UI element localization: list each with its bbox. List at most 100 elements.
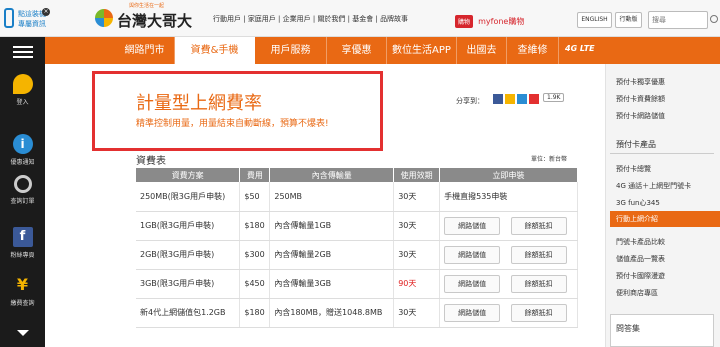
- top-link-about[interactable]: 關於我們: [317, 15, 345, 23]
- sidebar-label-fans: 粉絲專頁: [10, 252, 35, 259]
- balance-deduct-button[interactable]: 餘額抵扣: [510, 216, 567, 235]
- close-icon[interactable]: ×: [42, 8, 50, 16]
- cell-days: 90天: [393, 269, 441, 299]
- pinwheel-icon: [95, 9, 113, 27]
- sidebar-label-order: 查詢訂單: [10, 198, 35, 205]
- nav-item-app[interactable]: 數位生活APP: [387, 37, 457, 64]
- sidebar: 登入 i 優惠通知 查詢訂單 f 粉絲專頁 ¥ 繳費查詢: [0, 37, 45, 347]
- cell-days: 30天: [393, 182, 441, 212]
- top-link-enterprise[interactable]: 企業用戶: [283, 15, 311, 23]
- right-link-overview[interactable]: 預付卡總覽: [616, 164, 651, 174]
- nav-item-service[interactable]: 用戶服務: [255, 37, 327, 64]
- brand-logo[interactable]: 與你生活在一起 台灣大哥大: [95, 3, 205, 33]
- top-link-foundation[interactable]: 基金會: [352, 15, 373, 23]
- mobile-version-button[interactable]: 行動版: [615, 12, 642, 28]
- slogan: 與你生活在一起: [129, 3, 165, 9]
- balance-deduct-button[interactable]: 餘額抵扣: [510, 245, 567, 264]
- nav-item-repair[interactable]: 查維修: [507, 37, 559, 64]
- search-input[interactable]: [648, 11, 708, 29]
- right-divider: [610, 153, 714, 154]
- online-topup-button[interactable]: 網路儲值: [444, 245, 501, 264]
- cell-fee: $300: [239, 240, 271, 270]
- right-link-exclusive[interactable]: 預付卡獨享優惠: [616, 77, 665, 87]
- table-row: 新4代上網儲值包1.2GB $180 內含180MB，贈送1048.8MB 30…: [136, 298, 578, 328]
- right-link-balance[interactable]: 預付卡資費餘額: [616, 94, 665, 104]
- header-apply: 立即申裝: [439, 168, 578, 182]
- nav-item-travel[interactable]: 出國去: [457, 37, 507, 64]
- table-row: 1GB(限3G用戶申裝) $180 內含傳輸量1GB 30天 網路儲值 餘額抵扣: [136, 211, 578, 241]
- sidebar-item-login[interactable]: 登入: [0, 74, 45, 106]
- header-days: 使用效期: [393, 168, 441, 182]
- right-link-convenience[interactable]: 便利商店專區: [616, 288, 658, 298]
- search-icon[interactable]: [710, 15, 718, 23]
- money-icon: ¥: [16, 275, 29, 294]
- online-topup-button[interactable]: 網路儲值: [444, 303, 501, 322]
- scroll-down-icon[interactable]: [17, 330, 29, 336]
- rate-table: 資費方案 費用 內含傳輸量 使用效期 立即申裝 250MB(限3G用戶申裝) $…: [136, 168, 578, 328]
- cell-plan: 2GB(限3G用戶申裝): [136, 240, 241, 270]
- table-unit: 單位：新台幣: [531, 156, 568, 163]
- nav-item-offers[interactable]: 享優惠: [327, 37, 387, 64]
- cell-plan: 1GB(限3G用戶申裝): [136, 211, 241, 241]
- nav-item-shop[interactable]: 網路門市: [115, 37, 175, 64]
- table-header-row: 資費方案 費用 內含傳輸量 使用效期 立即申裝: [136, 168, 578, 182]
- main-nav: 網路門市 資費&手機 用戶服務 享優惠 數位生活APP 出國去 查維修 4G L…: [45, 37, 720, 64]
- share-label: 分享到：: [456, 97, 484, 105]
- cell-plan: 新4代上網儲值包1.2GB: [136, 298, 241, 328]
- right-link-4g-card[interactable]: 4G 通話＋上網型門號卡: [616, 181, 691, 191]
- online-topup-button[interactable]: 網路儲值: [444, 274, 501, 293]
- menu-icon[interactable]: [13, 46, 33, 58]
- google-share-icon[interactable]: [517, 94, 527, 104]
- lte-logo: 4G LTE: [565, 44, 595, 53]
- myfone-badge: 購物: [455, 15, 474, 28]
- phone-icon: [4, 8, 14, 28]
- login-icon: [12, 74, 33, 94]
- table-row: 2GB(限3G用戶申裝) $300 內含傳輸量2GB 30天 網路儲值 餘額抵扣: [136, 240, 578, 270]
- bookmark-share-icon[interactable]: [505, 94, 515, 104]
- myfone-link[interactable]: 購物 myfone購物: [455, 11, 525, 28]
- balance-deduct-button[interactable]: 餘額抵扣: [510, 274, 567, 293]
- faq-box: 問答集: [610, 314, 714, 347]
- sidebar-item-fans[interactable]: f 粉絲專頁: [0, 227, 45, 259]
- right-link-topup[interactable]: 預付卡網路儲值: [616, 111, 665, 121]
- cell-days: 30天: [393, 211, 441, 241]
- myfone-text: myfone購物: [478, 17, 525, 26]
- sidebar-item-bill[interactable]: ¥ 繳費查詢: [0, 275, 45, 307]
- page-subtitle: 精準控制用量，用量結束自動斷線，預算不爆表!: [136, 119, 329, 129]
- sidebar-item-order[interactable]: 查詢訂單: [0, 175, 45, 205]
- magnifier-icon: [13, 175, 32, 193]
- cell-volume: 內含傳輸量2GB: [269, 240, 395, 270]
- english-button[interactable]: ENGLISH: [577, 12, 612, 28]
- right-link-compare[interactable]: 門號卡產品比較: [616, 237, 665, 247]
- online-topup-button[interactable]: 網路儲值: [444, 216, 501, 235]
- top-link-brand[interactable]: 品牌故事: [380, 15, 408, 23]
- cell-apply-text: 手機直撥535申裝: [439, 182, 578, 212]
- header-volume: 內含傳輸量: [269, 168, 395, 182]
- table-row: 3GB(限3G用戶申裝) $450 內含傳輸量3GB 90天 網路儲值 餘額抵扣: [136, 269, 578, 299]
- sidebar-label-login: 登入: [16, 99, 29, 106]
- right-link-mobile-internet[interactable]: 行動上網介紹: [610, 211, 720, 227]
- right-section-title: 預付卡產品: [616, 140, 656, 149]
- cell-volume: 內含180MB，贈送1048.8MB: [269, 298, 395, 328]
- sidebar-label-notify: 優惠通知: [10, 159, 35, 166]
- balance-deduct-button[interactable]: 餘額抵扣: [510, 303, 567, 322]
- plus-share-icon[interactable]: [529, 94, 539, 104]
- right-link-3g-fun[interactable]: 3G fun心345: [616, 198, 660, 208]
- facebook-icon: f: [12, 227, 33, 247]
- right-link-product-list[interactable]: 儲值產品一覽表: [616, 254, 665, 264]
- cell-plan: 3GB(限3G用戶申裝): [136, 269, 241, 299]
- top-link-home[interactable]: 家庭用戶: [248, 15, 276, 23]
- table-row: 250MB(限3G用戶申裝) $50 250MB 30天 手機直撥535申裝: [136, 182, 578, 212]
- cell-volume: 內含傳輸量1GB: [269, 211, 395, 241]
- cell-fee: $180: [239, 298, 271, 328]
- top-link-mobile[interactable]: 行動用戶: [213, 15, 241, 23]
- info-icon: i: [12, 134, 33, 154]
- sidebar-item-notify[interactable]: i 優惠通知: [0, 134, 45, 166]
- cell-days: 30天: [393, 298, 441, 328]
- cell-apply: 網路儲值 餘額抵扣: [439, 240, 578, 270]
- nav-item-plans[interactable]: 資費&手機: [175, 37, 255, 64]
- right-link-roaming[interactable]: 預付卡國際漫遊: [616, 271, 665, 281]
- facebook-share-icon[interactable]: [493, 94, 503, 104]
- cell-fee: $450: [239, 269, 271, 299]
- app-download-link[interactable]: 點這裝機 專屬資訊 ×: [4, 8, 54, 30]
